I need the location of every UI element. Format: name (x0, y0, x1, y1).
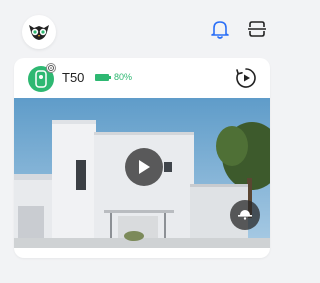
play-icon[interactable] (125, 148, 163, 186)
dome-camera-icon[interactable] (230, 200, 260, 230)
gear-icon[interactable] (46, 63, 56, 73)
top-bar (0, 0, 282, 56)
playback-icon[interactable] (234, 66, 258, 90)
scan-icon[interactable] (246, 18, 268, 40)
battery-icon (95, 74, 109, 81)
battery-percentage: 80% (114, 72, 133, 82)
device-name: T50 (62, 70, 85, 85)
battery-cap (109, 76, 111, 79)
app-screen: T50 80% (0, 0, 282, 283)
owl-logo-icon[interactable] (22, 15, 56, 49)
bell-icon[interactable] (209, 18, 231, 40)
device-card-header: T50 80% (14, 58, 270, 96)
camera-preview[interactable] (14, 98, 270, 248)
device-card[interactable]: T50 80% (14, 58, 270, 258)
